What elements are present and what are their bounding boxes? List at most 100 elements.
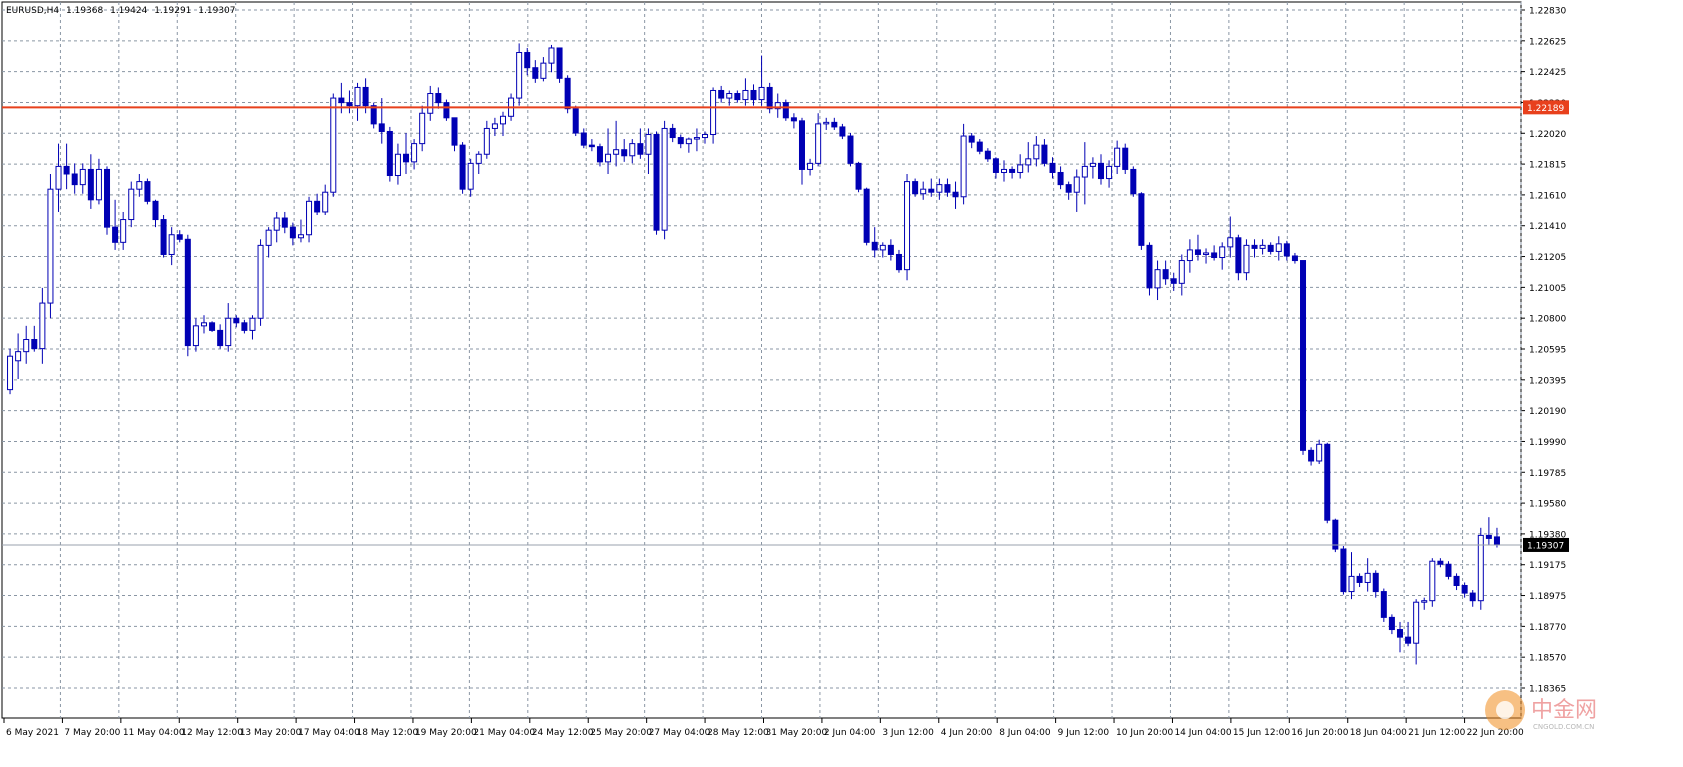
candle-body-bull bbox=[1017, 164, 1024, 173]
candle-body-bear bbox=[580, 132, 587, 146]
candle-body-bear bbox=[871, 241, 878, 251]
candle-body-bull bbox=[1186, 249, 1193, 262]
candle-body-bear bbox=[346, 102, 353, 107]
candle-body-bear bbox=[362, 86, 369, 107]
candle-body-bear bbox=[209, 322, 216, 331]
candle-body-bull bbox=[491, 123, 498, 129]
x-tick-label: 21 May 04:00 bbox=[473, 728, 535, 738]
candle-body-bear bbox=[1097, 162, 1104, 180]
candle-body-bull bbox=[168, 234, 175, 255]
candle-body-bear bbox=[887, 244, 894, 255]
candle-body-bull bbox=[95, 168, 102, 201]
candle-body-bull bbox=[419, 112, 426, 145]
candle-body-bull bbox=[306, 200, 313, 236]
candle-body-bull bbox=[120, 219, 127, 243]
candle-body-bear bbox=[855, 162, 862, 190]
y-tick-label: 1.22425 bbox=[1529, 68, 1566, 78]
candle-body-bear bbox=[734, 93, 741, 101]
candle-body-bear bbox=[152, 200, 159, 221]
candle-body-bull bbox=[499, 115, 506, 125]
x-tick-label: 11 May 04:00 bbox=[123, 728, 185, 738]
candle-body-bull bbox=[879, 244, 886, 251]
candle-body-bear bbox=[112, 226, 119, 243]
x-tick-label: 19 May 20:00 bbox=[415, 728, 477, 738]
candle-body-bear bbox=[669, 127, 676, 139]
y-tick-label: 1.19785 bbox=[1529, 469, 1566, 479]
candle-body-bull bbox=[200, 322, 207, 327]
candle-body-bear bbox=[176, 234, 183, 240]
candle-body-bear bbox=[1469, 592, 1476, 602]
candle-body-bear bbox=[233, 317, 240, 324]
current-price-label: 1.19307 bbox=[1527, 541, 1564, 551]
candle-body-bull bbox=[136, 181, 143, 190]
candle-body-bear bbox=[1453, 575, 1460, 587]
candle-body-bull bbox=[1413, 601, 1420, 644]
candle-body-bear bbox=[952, 191, 959, 198]
candle-body-bear bbox=[984, 150, 991, 160]
candle-body-bear bbox=[1138, 193, 1145, 246]
candle-body-bear bbox=[443, 102, 450, 119]
candle-body-bull bbox=[1275, 243, 1282, 252]
price-chart[interactable]: 1.228301.226251.224251.222201.220201.218… bbox=[0, 0, 1683, 762]
candle-body-bull bbox=[7, 355, 14, 391]
candle-body-bull bbox=[128, 188, 135, 221]
candle-body-bear bbox=[588, 144, 595, 148]
chart-svg[interactable]: 1.228301.226251.224251.222201.220201.218… bbox=[0, 0, 1683, 762]
candle-body-bull bbox=[702, 134, 709, 139]
candle-body-bear bbox=[912, 181, 919, 195]
candle-body-bear bbox=[370, 105, 377, 125]
candle-body-bear bbox=[653, 134, 660, 231]
candle-body-bull bbox=[39, 302, 46, 350]
candle-body-bull bbox=[1259, 244, 1266, 249]
candle-body-bull bbox=[1219, 246, 1226, 259]
x-tick-label: 6 May 2021 bbox=[6, 728, 59, 738]
candle-body-bear bbox=[1437, 560, 1444, 565]
candle-body-bull bbox=[693, 137, 700, 140]
candle-body-bear bbox=[1380, 591, 1387, 618]
candle-body-bear bbox=[1211, 252, 1218, 259]
y-tick-label: 1.20800 bbox=[1529, 315, 1566, 325]
candle-body-bull bbox=[605, 153, 612, 163]
candle-body-bear bbox=[1445, 563, 1452, 577]
candle-body-bear bbox=[1041, 144, 1048, 164]
candle-body-bull bbox=[758, 86, 765, 101]
candle-body-bear bbox=[1405, 636, 1412, 644]
candle-body-bear bbox=[621, 149, 628, 157]
candle-body-bear bbox=[790, 117, 797, 122]
candle-body-bear bbox=[992, 158, 999, 173]
candle-body-bull bbox=[904, 181, 911, 271]
candle-body-bear bbox=[1162, 269, 1169, 280]
candle-body-bull bbox=[1106, 165, 1113, 180]
y-tick-label: 1.22830 bbox=[1529, 7, 1566, 17]
candle-body-bear bbox=[378, 123, 385, 132]
candle-body-bear bbox=[750, 89, 757, 101]
candle-body-bear bbox=[217, 329, 224, 347]
candle-body-bear bbox=[1009, 168, 1016, 173]
candle-body-bear bbox=[160, 219, 167, 255]
candle-body-bull bbox=[1421, 600, 1428, 603]
candle-body-bear bbox=[1356, 575, 1363, 583]
y-tick-label: 1.21410 bbox=[1529, 222, 1566, 232]
x-tick-label: 18 Jun 04:00 bbox=[1350, 728, 1407, 738]
x-tick-label: 9 Jun 12:00 bbox=[1058, 728, 1110, 738]
candle-body-bull bbox=[685, 138, 692, 145]
candle-body-bull bbox=[322, 191, 329, 213]
high-value: 1.19424 bbox=[110, 6, 148, 16]
candle-body-bear bbox=[386, 130, 393, 177]
candle-body-bear bbox=[968, 135, 975, 143]
candle-body-bear bbox=[1065, 184, 1072, 193]
y-tick-label: 1.18975 bbox=[1529, 592, 1566, 602]
candle-body-bear bbox=[1388, 616, 1395, 631]
candle-body-bull bbox=[920, 188, 927, 195]
candle-body-bull bbox=[257, 244, 264, 319]
candle-body-bull bbox=[192, 325, 199, 347]
candle-body-bull bbox=[710, 89, 717, 136]
candle-body-bull bbox=[1154, 269, 1161, 289]
y-tick-label: 1.21205 bbox=[1529, 253, 1566, 263]
candle-body-bear bbox=[435, 93, 442, 104]
x-tick-label: 13 May 20:00 bbox=[240, 728, 302, 738]
candle-body-bull bbox=[1243, 244, 1250, 274]
x-tick-label: 18 May 12:00 bbox=[357, 728, 419, 738]
candle-body-bear bbox=[1485, 534, 1492, 539]
svg-text:中金网: 中金网 bbox=[1531, 698, 1597, 723]
